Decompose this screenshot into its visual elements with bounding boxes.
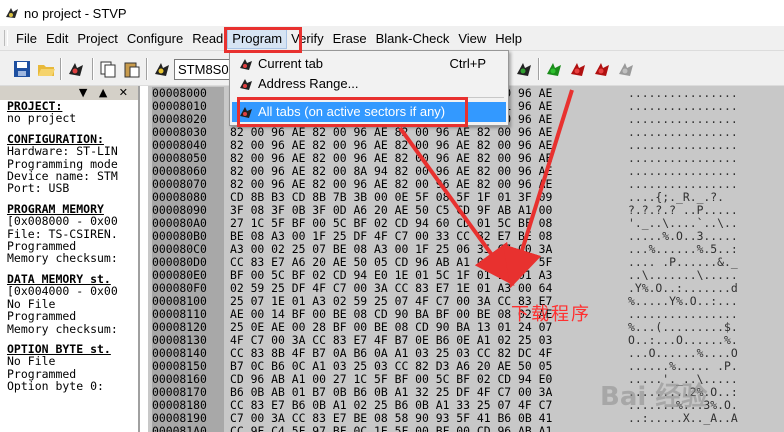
save-icon[interactable] — [12, 59, 32, 79]
window-title: no project - STVP — [24, 5, 127, 21]
download-program-annotation: 下载程序 — [511, 304, 591, 325]
watermark: Bai 经验 — [600, 382, 708, 412]
paste-icon[interactable] — [122, 59, 142, 79]
project-info-panel: ▼ ▲ ✕ PROJECT: no project CONFIGURATION: Ha… — [0, 86, 140, 432]
program-icon — [240, 79, 252, 90]
menu-item-address-range[interactable]: Address Range... — [232, 74, 506, 94]
panel-controls[interactable]: ▼ ▲ ✕ — [79, 86, 132, 100]
info-line: Hardware: ST-LIN — [7, 144, 118, 159]
toolbar-separator — [146, 58, 148, 80]
info-line: Memory checksum: — [7, 321, 118, 336]
program-icon — [240, 59, 252, 70]
device-select[interactable]: STM8S00 — [174, 59, 234, 80]
verify-icon[interactable] — [544, 59, 564, 79]
menu-erase[interactable]: Erase — [329, 29, 371, 48]
menu-item-current-tab[interactable]: Current tab Ctrl+P — [232, 54, 506, 74]
hex-row[interactable]: 000081A0 CC 9F C4 5F 97 BF 0C 1E 5F 00 BF… — [148, 425, 784, 432]
menu-help[interactable]: Help — [491, 29, 526, 48]
menu-configure[interactable]: Configure — [123, 29, 187, 48]
info-line: [0x004000 - 0x00 — [7, 284, 118, 299]
menubar-grip[interactable] — [4, 30, 8, 46]
title-bar: no project - STVP — [0, 0, 784, 26]
open-folder-icon[interactable] — [36, 59, 56, 79]
copy-icon[interactable] — [98, 59, 118, 79]
menu-bar: File Edit Project Configure Read Program… — [0, 26, 784, 50]
info-line: Option byte 0: — [7, 379, 104, 394]
menu-read[interactable]: Read — [188, 29, 227, 48]
hex-bytes[interactable]: CC 9F C4 5F 97 BF 0C 1E 5F 00 BF 00 CD 9… — [230, 425, 552, 432]
program-icon[interactable] — [568, 59, 588, 79]
info-line: [0x008000 - 0x00 — [7, 214, 118, 229]
toolbar-separator — [92, 58, 94, 80]
device-icon — [155, 63, 169, 76]
menu-project[interactable]: Project — [73, 29, 121, 48]
stvp-app-icon — [6, 8, 18, 18]
blank-check-icon[interactable] — [616, 59, 636, 79]
menu-file[interactable]: File — [12, 29, 41, 48]
hex-address: 000081A0 — [152, 425, 224, 432]
erase-icon[interactable] — [592, 59, 612, 79]
menu-item-label: Address Range... — [258, 76, 359, 91]
menu-blank-check[interactable]: Blank-Check — [372, 29, 454, 48]
info-line: Memory checksum: — [7, 251, 118, 266]
program-menu-highlight-box — [224, 27, 302, 53]
all-tabs-highlight-box — [237, 97, 468, 127]
menu-view[interactable]: View — [454, 29, 490, 48]
hex-ascii: ..._...._....... — [628, 424, 738, 432]
info-line: No File — [7, 354, 56, 369]
chip-icon[interactable] — [66, 59, 86, 79]
info-line: no project — [7, 111, 77, 126]
panel-header: ▼ ▲ ✕ — [0, 86, 138, 100]
project-info-text: PROJECT: no project CONFIGURATION: Hardware… — [0, 100, 138, 393]
read-icon[interactable] — [514, 59, 534, 79]
info-line: Port: USB — [7, 181, 70, 196]
menu-edit[interactable]: Edit — [42, 29, 72, 48]
toolbar-separator — [60, 58, 62, 80]
menu-item-label: Current tab — [258, 56, 324, 71]
toolbar-separator — [538, 58, 540, 80]
info-line: Programmed — [7, 309, 77, 324]
menu-item-shortcut: Ctrl+P — [449, 56, 486, 71]
